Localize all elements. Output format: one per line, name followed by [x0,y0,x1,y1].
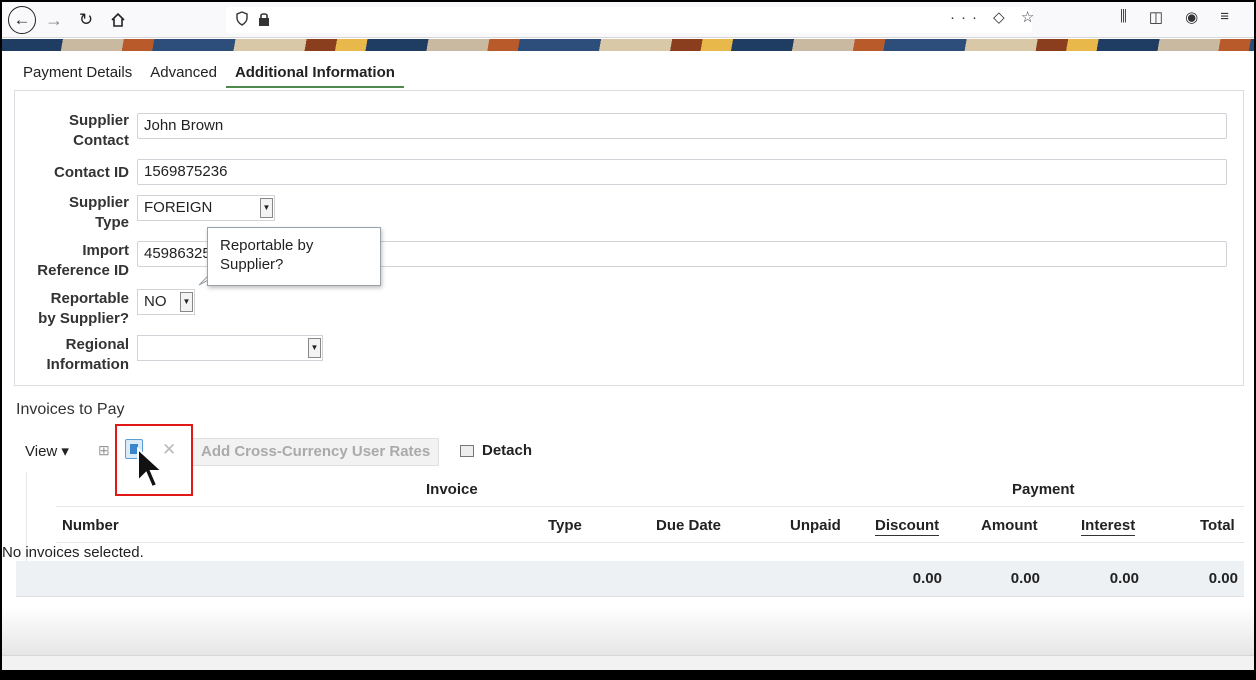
column-header-discount[interactable]: Discount [875,517,940,536]
detach-button[interactable]: Detach [482,442,532,459]
contact-id-field[interactable]: 1569875236 [137,159,1227,185]
section-title: Invoices to Pay [16,401,125,418]
browser-toolbar: ← → ↻ ··· ◇ ☆ ⫼ ◫ ◉ ≡ [2,2,1254,38]
browser-window: ← → ↻ ··· ◇ ☆ ⫼ ◫ ◉ ≡ Payment Details Ad… [2,2,1254,670]
regional-information-select[interactable]: ▼ [137,335,323,361]
home-button[interactable] [106,6,130,34]
label-line: Import [82,242,129,259]
page-actions[interactable]: ··· ◇ ☆ [950,8,1040,26]
column-header-total[interactable]: Total [1200,517,1235,534]
label-line: Regional [65,336,129,353]
total-discount: 0.00 [912,570,942,587]
selected-value: NO [144,293,167,310]
column-header-due-date[interactable]: Due Date [656,517,721,534]
tooltip-line: Reportable by [220,237,314,254]
lock-icon [259,13,269,26]
shield-icon [236,11,248,26]
invoices-table: Invoice Payment Number Type Due Date Unp… [2,472,1244,600]
pocket-icon[interactable]: ◇ [993,9,1011,26]
supplier-contact-label: Supplier Contact [9,111,129,151]
chevron-down-icon[interactable]: ▼ [308,338,321,358]
regional-information-label: Regional Information [9,335,130,375]
account-icon[interactable]: ◉ [1185,8,1198,26]
tab-advanced[interactable]: Advanced [141,64,226,88]
label-line: Type [95,214,129,231]
header-divider [56,506,1244,507]
tooltip-line: Supplier? [220,256,284,273]
total-interest: 0.00 [1109,570,1139,587]
home-icon [111,12,125,27]
star-icon[interactable]: ☆ [1021,9,1040,26]
supplier-contact-field[interactable]: John Brown [137,113,1227,139]
header-divider [56,542,1244,543]
chevron-down-icon[interactable]: ▼ [260,198,273,218]
column-header-interest[interactable]: Interest [1081,517,1136,536]
arrow-left-icon: ← [13,10,31,29]
add-cross-currency-rates-button[interactable]: Add Cross-Currency User Rates [192,438,440,466]
page-footer-shade [2,607,1254,655]
back-button[interactable]: ← [8,6,36,34]
library-icon[interactable]: ⫼ [1120,8,1127,26]
sidebar-icon[interactable]: ◫ [1149,8,1163,26]
selected-value: FOREIGN [144,199,213,216]
tooltip: Reportable by Supplier? [207,227,381,286]
supplier-type-label: Supplier Type [9,193,129,233]
column-header-number[interactable]: Number [62,517,119,534]
column-header-unpaid[interactable]: Unpaid [790,517,841,534]
total-total: 0.00 [1208,570,1238,587]
label-line: Supplier [68,112,129,129]
tab-bar: Payment Details Advanced Additional Info… [14,64,404,88]
additional-info-form: Supplier Contact John Brown Contact ID 1… [14,90,1244,386]
contact-id-label: Contact ID [54,164,129,181]
freeze-columns-icon[interactable]: ⊞ [98,442,110,459]
label-line: Information [46,356,130,373]
detach-icon[interactable] [460,445,474,457]
group-header-invoice: Invoice [426,481,478,498]
forward-button[interactable]: → [42,6,66,34]
hamburger-icon[interactable]: ≡ [1220,8,1229,26]
status-strip [2,655,1254,670]
supplier-type-select[interactable]: FOREIGN ▼ [137,195,275,221]
group-header-payment: Payment [1012,481,1075,498]
browser-tools: ⫼ ◫ ◉ ≡ [1120,8,1229,26]
reportable-label: Reportable by Supplier? [9,289,129,329]
more-actions-icon[interactable]: ··· [950,9,983,26]
label-line: Reference ID [37,262,129,279]
tab-payment-details[interactable]: Payment Details [14,64,141,88]
reportable-select[interactable]: NO ▼ [137,289,195,315]
decorative-banner [2,39,1254,51]
total-amount: 0.00 [1010,570,1040,587]
arrow-right-icon: → [45,9,63,30]
totals-row: 0.00 0.00 0.00 0.00 [16,561,1244,597]
label-line: Reportable [50,290,129,307]
reload-icon: ↻ [78,10,94,29]
column-header-type[interactable]: Type [548,517,582,534]
reload-button[interactable]: ↻ [74,6,98,34]
empty-table-message: No invoices selected. [2,544,144,561]
address-bar[interactable] [226,7,1032,33]
chevron-down-icon[interactable]: ▼ [180,292,193,312]
label-line: by Supplier? [38,310,129,327]
label-line: Contact [73,132,129,149]
label-line: Supplier [68,194,129,211]
tab-additional-information[interactable]: Additional Information [225,64,404,88]
column-header-amount[interactable]: Amount [981,517,1038,534]
import-reference-label: Import Reference ID [9,241,129,281]
view-menu-button[interactable]: View ▾ [25,442,69,460]
